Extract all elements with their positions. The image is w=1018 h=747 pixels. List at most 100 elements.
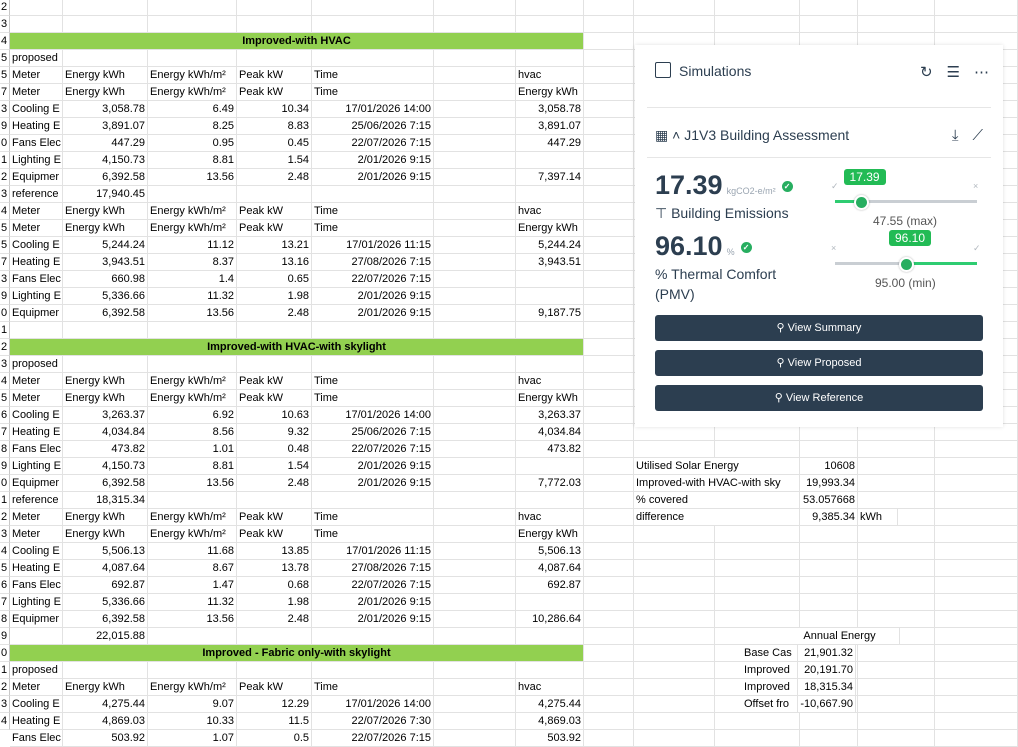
empty-cell[interactable] [584, 645, 634, 662]
empty-cell[interactable] [584, 203, 634, 220]
empty-cell[interactable] [10, 322, 63, 339]
empty-cell[interactable] [237, 0, 312, 16]
energy-kwh-m2[interactable]: 6.49 [148, 101, 237, 118]
empty-cell[interactable] [434, 458, 516, 475]
peak-time[interactable]: 2/01/2026 9:15 [312, 611, 434, 628]
empty-cell[interactable] [634, 730, 715, 747]
col-header-energy[interactable]: Energy kWh [63, 67, 148, 84]
peak-time[interactable]: 2/01/2026 9:15 [312, 594, 434, 611]
col-header-energy[interactable]: Energy kWh [63, 509, 148, 526]
energy-kwh[interactable]: 4,034.84 [63, 424, 148, 441]
hvac-energy[interactable]: 4,869.03 [516, 713, 584, 730]
more-icon[interactable]: ⋯ [974, 64, 989, 81]
meter-name[interactable]: Heating E [10, 254, 63, 271]
row-number[interactable]: 7 [0, 84, 10, 101]
empty-cell[interactable] [584, 237, 634, 254]
empty-cell[interactable] [434, 509, 516, 526]
empty-cell[interactable] [237, 50, 312, 67]
chevron-up-icon[interactable]: ˄ [672, 127, 680, 143]
empty-cell[interactable] [858, 526, 935, 543]
empty-cell[interactable] [584, 594, 634, 611]
hvac-energy[interactable]: 10,286.64 [516, 611, 584, 628]
meter-name[interactable]: Fans Elec [10, 577, 63, 594]
solar-value[interactable]: 53.057668 [800, 492, 858, 509]
energy-kwh[interactable]: 3,058.78 [63, 101, 148, 118]
row-number[interactable]: 0 [0, 135, 10, 152]
hvac-energy-header[interactable]: Energy kWh [516, 220, 584, 237]
section-banner[interactable]: Improved - Fabric only-with skylight [10, 645, 584, 662]
hvac-energy-header[interactable]: Energy kWh [516, 526, 584, 543]
refresh-icon[interactable]: ↻ [920, 64, 933, 81]
col-header-energy-m2[interactable]: Energy kWh/m² [148, 67, 237, 84]
empty-cell[interactable] [858, 730, 935, 747]
hvac-energy[interactable]: 447.29 [516, 135, 584, 152]
empty-cell[interactable] [148, 0, 237, 16]
row-number[interactable]: 8 [0, 441, 10, 458]
col-header-energy[interactable]: Energy kWh [63, 220, 148, 237]
hvac-energy[interactable]: 7,772.03 [516, 475, 584, 492]
empty-cell[interactable] [584, 577, 634, 594]
empty-cell[interactable] [312, 16, 434, 33]
row-number[interactable]: 7 [0, 594, 10, 611]
energy-kwh-m2[interactable]: 6.92 [148, 407, 237, 424]
comfort-slider-knob[interactable] [899, 257, 914, 272]
meter-name[interactable]: Fans Elec [10, 730, 63, 747]
col-header-time[interactable]: Time [312, 84, 434, 101]
empty-cell[interactable] [63, 356, 148, 373]
col-header-meter[interactable]: Meter [10, 220, 63, 237]
empty-cell[interactable] [634, 628, 715, 645]
row-number[interactable]: 0 [0, 645, 10, 662]
peak-time[interactable]: 17/01/2026 14:00 [312, 696, 434, 713]
meter-name[interactable]: Heating E [10, 424, 63, 441]
row-number[interactable]: 9 [0, 628, 10, 645]
empty-cell[interactable] [584, 543, 634, 560]
peak-time[interactable]: 17/01/2026 11:15 [312, 543, 434, 560]
peak-kw[interactable]: 1.54 [237, 152, 312, 169]
energy-kwh-m2[interactable]: 1.4 [148, 271, 237, 288]
empty-cell[interactable] [634, 611, 715, 628]
meter-name[interactable]: Fans Elec [10, 135, 63, 152]
energy-kwh-m2[interactable]: 8.37 [148, 254, 237, 271]
col-header-time[interactable]: Time [312, 390, 434, 407]
empty-cell[interactable] [516, 662, 584, 679]
meter-name[interactable]: Lighting E [10, 288, 63, 305]
empty-cell[interactable] [935, 713, 1018, 730]
empty-cell[interactable] [858, 441, 935, 458]
peak-time[interactable]: 25/06/2026 7:15 [312, 118, 434, 135]
empty-cell[interactable] [935, 441, 1018, 458]
empty-cell[interactable] [935, 730, 1018, 747]
meter-name[interactable]: Cooling E [10, 543, 63, 560]
empty-cell[interactable] [148, 492, 237, 509]
col-header-peak[interactable]: Peak kW [237, 67, 312, 84]
energy-kwh-m2[interactable]: 11.12 [148, 237, 237, 254]
row-number[interactable]: 2 [0, 0, 10, 16]
empty-cell[interactable] [858, 679, 935, 696]
col-header-energy-m2[interactable]: Energy kWh/m² [148, 526, 237, 543]
energy-kwh[interactable]: 5,336.66 [63, 594, 148, 611]
hvac-energy[interactable] [516, 152, 584, 169]
empty-cell[interactable] [434, 713, 516, 730]
empty-cell[interactable] [434, 322, 516, 339]
empty-cell[interactable] [800, 577, 858, 594]
annual-energy-title[interactable]: Annual Energy [780, 628, 900, 645]
peak-time[interactable]: 22/07/2026 7:15 [312, 441, 434, 458]
meter-name[interactable]: Equipmer [10, 611, 63, 628]
row-number[interactable]: 6 [0, 577, 10, 594]
empty-cell[interactable] [434, 16, 516, 33]
energy-kwh[interactable]: 447.29 [63, 135, 148, 152]
empty-cell[interactable] [584, 679, 634, 696]
peak-time[interactable]: 17/01/2026 14:00 [312, 407, 434, 424]
view-summary-button[interactable]: ⚲ View Summary [655, 315, 983, 341]
empty-cell[interactable] [148, 186, 237, 203]
empty-cell[interactable] [935, 475, 1018, 492]
annual-value[interactable]: 21,901.32 [798, 645, 856, 662]
peak-kw[interactable]: 13.21 [237, 237, 312, 254]
empty-cell[interactable] [584, 16, 634, 33]
energy-kwh-m2[interactable]: 8.56 [148, 424, 237, 441]
col-header-peak[interactable]: Peak kW [237, 220, 312, 237]
empty-cell[interactable] [715, 526, 800, 543]
col-header-peak[interactable]: Peak kW [237, 526, 312, 543]
empty-cell[interactable] [516, 492, 584, 509]
empty-cell[interactable] [935, 645, 1018, 662]
empty-cell[interactable] [634, 560, 715, 577]
